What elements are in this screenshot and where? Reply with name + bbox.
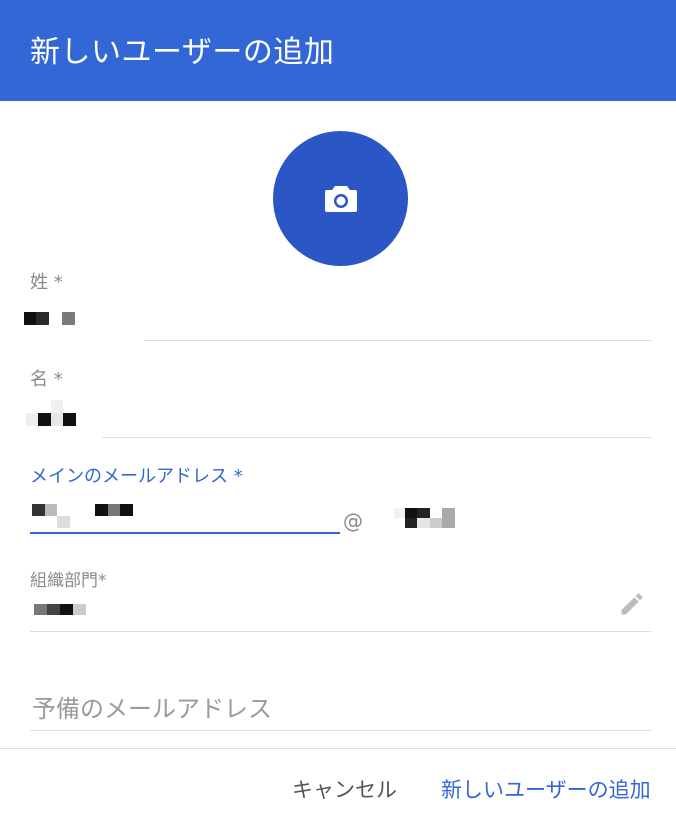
- primary-email-underline: [30, 532, 340, 534]
- pencil-icon[interactable]: [618, 590, 646, 618]
- org-unit-label: 組織部門*: [30, 571, 107, 591]
- last-name-label: 姓 *: [30, 272, 63, 293]
- first-name-value[interactable]: [26, 400, 102, 426]
- org-unit-value: [34, 604, 88, 616]
- camera-icon: [324, 185, 357, 212]
- at-sign: @: [343, 509, 363, 533]
- footer-divider: [0, 748, 676, 749]
- first-name-label: 名 *: [30, 369, 63, 390]
- primary-email-domain-value[interactable]: [394, 508, 458, 528]
- primary-email-label: メインのメールアドレス *: [30, 466, 243, 487]
- first-name-underline: [102, 437, 651, 438]
- dialog-title: 新しいユーザーの追加: [30, 35, 335, 70]
- secondary-email-underline: [30, 730, 651, 731]
- org-unit-underline: [30, 631, 651, 632]
- primary-email-username-value[interactable]: [32, 504, 342, 530]
- add-user-button[interactable]: 新しいユーザーの追加: [441, 774, 651, 804]
- cancel-button[interactable]: キャンセル: [292, 774, 397, 804]
- last-name-underline: [144, 340, 651, 341]
- add-photo-button[interactable]: [273, 131, 408, 266]
- last-name-value[interactable]: [24, 312, 144, 326]
- dialog-header: 新しいユーザーの追加: [0, 0, 676, 101]
- secondary-email-input[interactable]: [30, 690, 655, 728]
